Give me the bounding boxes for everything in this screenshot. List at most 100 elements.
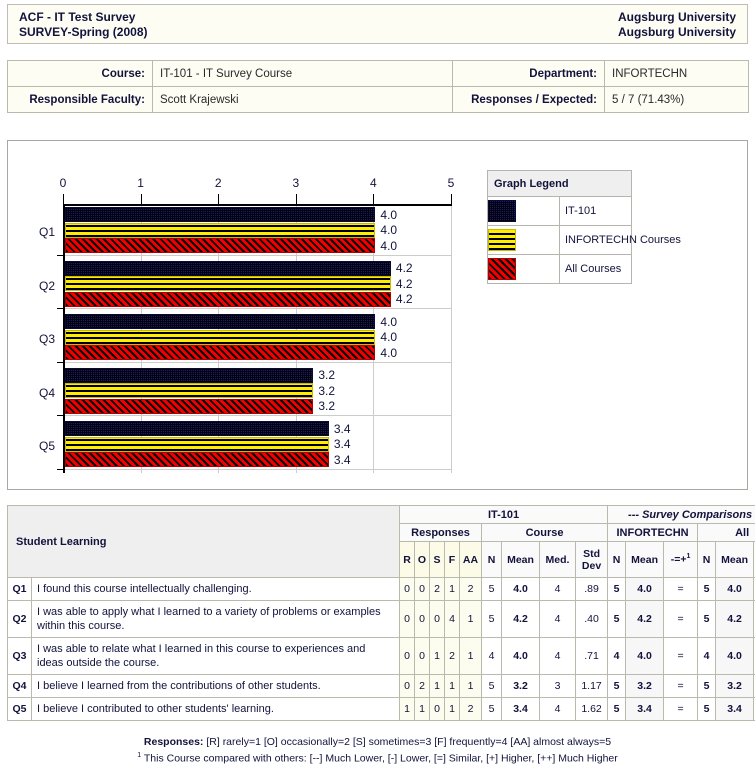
footer-comparison-text: This Course compared with others: [--] M… <box>141 752 618 765</box>
survey-results-table: Student Learning IT-101 --- Survey Compa… <box>6 505 755 721</box>
chart-value-label: 4.0 <box>380 223 398 237</box>
question-number: Q4 <box>7 674 32 698</box>
cell-a_mean: 4.0 <box>715 637 755 675</box>
cell-a_n: 5 <box>697 577 717 601</box>
x-tick-mark <box>63 194 64 206</box>
chart-bar-q4-s0 <box>65 367 314 383</box>
cell-mean: 3.2 <box>501 674 541 698</box>
cell-std: .40 <box>575 600 609 638</box>
cell-d_cmp: = <box>663 697 699 721</box>
legend-swatch-cell <box>487 225 560 255</box>
chart-bar-q3-s0 <box>65 314 376 329</box>
department-label: Department: <box>452 60 605 87</box>
chart-panel: 0 1 2 3 4 5 Q1 4.0 4.0 4.0 Q2 4.2 4.2 4.2 Q3 4.0 4.0 4.0 Q… <box>7 140 748 490</box>
course-info-table: Course: IT-101 - IT Survey Course Depart… <box>7 60 749 113</box>
cell-std: 1.62 <box>575 697 609 721</box>
col-header-mean-course: Mean <box>501 541 541 578</box>
cell-d_mean: 4.2 <box>625 600 665 638</box>
report-title-bar: ACF - IT Test Survey SURVEY-Spring (2008… <box>7 4 748 44</box>
cell-aa: 2 <box>459 697 483 721</box>
col-header-mean-all: Mean <box>715 541 755 578</box>
chart-bar-q3-s2 <box>65 345 376 360</box>
x-tick-label: 0 <box>59 176 67 190</box>
table-row: Q2 I was able to apply what I learned to … <box>7 600 755 638</box>
legend-swatch-cell <box>487 196 560 226</box>
legend-label: IT-101 <box>559 196 632 226</box>
question-text: I believe I contributed to other student… <box>30 697 401 721</box>
chart-value-label: 3.2 <box>318 368 335 382</box>
course-value: IT-101 - IT Survey Course <box>152 60 453 87</box>
chart-value-label: 4.0 <box>380 238 398 253</box>
table-header-row-1: Student Learning IT-101 --- Survey Compa… <box>6 505 755 578</box>
chart-value-label: 3.2 <box>318 399 335 413</box>
col-header-mean-dept: Mean <box>625 541 665 578</box>
course-label: Course: <box>7 60 153 87</box>
cell-d_cmp: = <box>663 674 699 698</box>
footer-comparison-scale: 1 This Course compared with others: [--]… <box>7 749 748 766</box>
cell-n: 5 <box>481 577 503 601</box>
subgroup-course: Course <box>481 523 609 542</box>
cell-s: 2 <box>429 577 446 601</box>
col-header-n-dept: N <box>607 541 627 578</box>
chart-group-q5: Q5 3.4 3.4 3.4 <box>39 421 451 472</box>
cell-s: 0 <box>429 600 446 638</box>
cell-mean: 4.2 <box>501 600 541 638</box>
group-header-comparisons: --- Survey Comparisons --- <box>607 505 755 524</box>
chart-group-q4: Q4 3.2 3.2 3.2 <box>39 367 451 419</box>
chart-group-q2: Q2 4.2 4.2 4.2 <box>39 260 451 312</box>
x-tick-mark <box>295 194 297 206</box>
legend-swatch-1 <box>488 229 516 251</box>
question-text: I believe I learned from the contributio… <box>30 674 401 698</box>
cell-med: 4 <box>539 600 577 638</box>
col-header-r: R <box>399 541 416 578</box>
chart-category-label: Q1 <box>38 225 55 240</box>
responses-expected-label: Responses / Expected: <box>452 86 605 113</box>
question-number: Q3 <box>7 637 32 675</box>
legend-swatch-0 <box>488 200 516 222</box>
chart-value-label: 4.0 <box>380 330 398 344</box>
cell-a_n: 5 <box>697 674 717 698</box>
col-header-std-dev: Std Dev <box>575 541 609 578</box>
col-header-aa: AA <box>459 541 483 578</box>
chart-value-label: 3.2 <box>318 383 335 398</box>
chart-value-label: 3.4 <box>333 437 351 451</box>
report-page: ACF - IT Test Survey SURVEY-Spring (2008… <box>0 0 755 774</box>
x-tick-mark <box>451 194 452 206</box>
cell-r: 1 <box>399 697 416 721</box>
cell-o: 1 <box>414 697 431 721</box>
chart-bar-q1-s2 <box>65 238 376 253</box>
cell-o: 0 <box>414 577 431 601</box>
col-header-median: Med. <box>539 541 577 578</box>
legend-row: All Courses <box>487 254 632 284</box>
department-value: INFORTECHN <box>604 60 749 87</box>
cell-d_n: 4 <box>607 637 627 675</box>
cell-mean: 4.0 <box>501 577 541 601</box>
cell-med: 4 <box>539 697 577 721</box>
chart-category-label: Q2 <box>38 278 55 293</box>
chart-bar-q1-s1 <box>65 222 376 238</box>
cell-r: 0 <box>399 600 416 638</box>
chart-value-label: 4.2 <box>395 276 413 291</box>
x-tick-label: 5 <box>447 176 455 190</box>
question-text: I found this course intellectually chall… <box>30 577 401 601</box>
col-header-n-course: N <box>481 541 503 578</box>
cell-d_n: 5 <box>607 697 627 721</box>
x-tick-label: 2 <box>214 176 222 190</box>
grid-line <box>451 206 452 473</box>
chart-value-label: 3.4 <box>333 421 351 436</box>
legend-title: Graph Legend <box>487 170 632 197</box>
col-header-n-all: N <box>697 541 717 578</box>
cell-r: 0 <box>399 637 416 675</box>
section-title: Student Learning <box>6 505 401 578</box>
cell-aa: 1 <box>459 674 483 698</box>
cell-o: 2 <box>414 674 431 698</box>
legend-label: All Courses <box>559 254 632 284</box>
cell-aa: 2 <box>459 577 483 601</box>
faculty-label: Responsible Faculty: <box>7 86 153 113</box>
info-row-faculty: Responsible Faculty: Scott Krajewski Res… <box>7 86 749 113</box>
cell-d_mean: 4.0 <box>625 637 665 675</box>
cell-f: 2 <box>444 637 461 675</box>
cell-a_mean: 4.0 <box>715 577 755 601</box>
cell-s: 0 <box>429 697 446 721</box>
cell-d_mean: 3.2 <box>625 674 665 698</box>
